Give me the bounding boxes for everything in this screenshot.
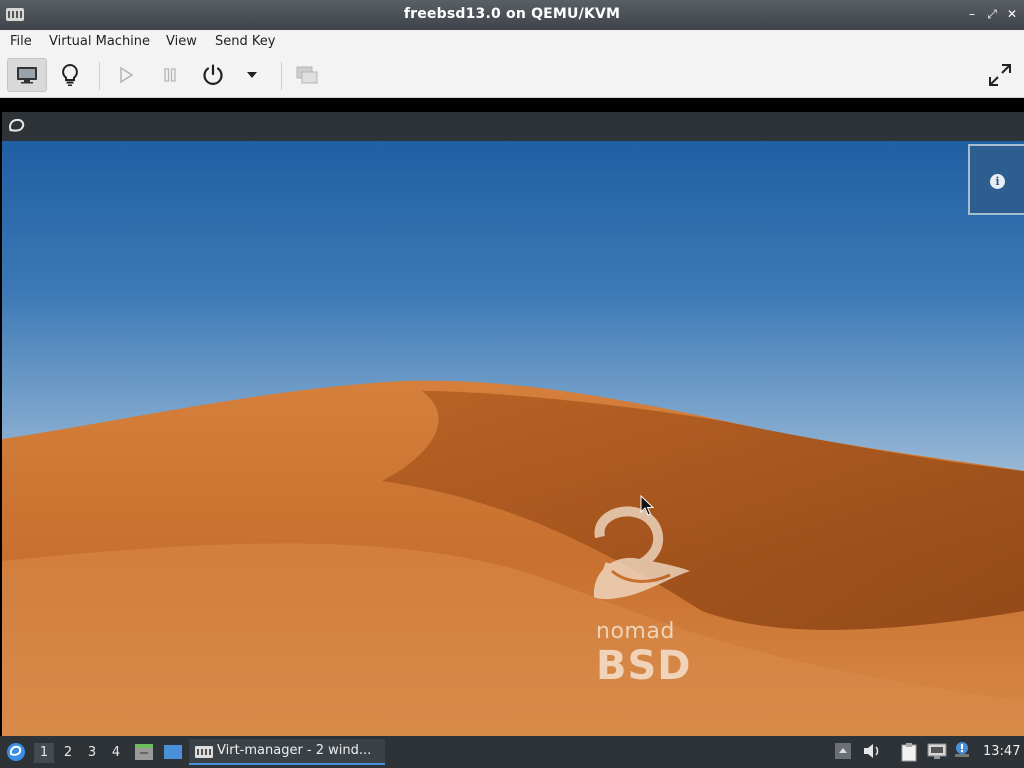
window-titlebar: freebsd13.0 on QEMU/KVM – ⤢ ✕ <box>0 0 1024 30</box>
show-details-button[interactable] <box>50 58 90 92</box>
wallpaper-dunes <box>2 380 1024 736</box>
run-button[interactable] <box>106 58 146 92</box>
menu-virtual-machine[interactable]: Virtual Machine <box>49 34 150 49</box>
snapshots-button[interactable] <box>287 58 327 92</box>
brand-bsd-text: BSD <box>596 643 692 689</box>
menu-view[interactable]: View <box>166 34 197 49</box>
taskbar-clock: 13:47 <box>983 744 1021 759</box>
maximize-button[interactable]: ⤢ <box>984 6 1000 22</box>
workspace-1[interactable]: 1 <box>34 743 54 763</box>
file-manager-icon[interactable] <box>134 743 154 761</box>
nomadbsd-panel-icon[interactable] <box>8 118 26 134</box>
task-label: Virt-manager - 2 wind... <box>217 743 372 758</box>
minimize-button[interactable]: – <box>964 6 980 22</box>
workspace-4[interactable]: 4 <box>106 743 126 763</box>
menu-send-key[interactable]: Send Key <box>215 34 275 49</box>
guest-taskbar: 1 2 3 4 Virt-manager - 2 wind... 13:47 <box>0 736 1024 768</box>
lightbulb-icon <box>62 63 78 86</box>
chevron-down-icon <box>247 72 257 78</box>
brand-nomad-text: nomad <box>596 619 675 644</box>
toolbar-separator <box>99 62 100 90</box>
guest-desktop[interactable]: nomad BSD i <box>2 141 1024 736</box>
menu-file[interactable]: File <box>10 34 32 49</box>
menu-bar: File Virtual Machine View Send Key <box>0 30 1024 54</box>
power-button[interactable] <box>193 58 233 92</box>
play-icon <box>120 66 134 84</box>
guest-top-panel <box>2 112 1024 141</box>
volume-icon[interactable] <box>862 742 882 760</box>
tray-up-arrow-icon[interactable] <box>834 742 852 760</box>
workspace-2[interactable]: 2 <box>58 743 78 763</box>
power-menu-button[interactable] <box>232 58 272 92</box>
console-border <box>0 98 1024 112</box>
show-console-button[interactable] <box>7 58 47 92</box>
notification-popup[interactable]: i <box>968 144 1024 215</box>
monitor-icon <box>17 67 37 84</box>
screenshot-icon <box>296 66 318 84</box>
toolbar-separator <box>281 62 282 90</box>
toolbar <box>0 54 1024 98</box>
window-title: freebsd13.0 on QEMU/KVM <box>403 6 621 22</box>
pause-button[interactable] <box>150 58 190 92</box>
start-menu-icon[interactable] <box>6 742 26 762</box>
mouse-cursor-icon <box>640 495 654 516</box>
network-icon[interactable] <box>927 742 947 760</box>
fullscreen-icon <box>989 64 1011 86</box>
virt-manager-task-icon <box>195 746 213 758</box>
show-desktop-icon[interactable] <box>163 744 183 760</box>
workspace-3[interactable]: 3 <box>82 743 102 763</box>
fullscreen-button[interactable] <box>980 58 1020 92</box>
power-icon <box>203 64 223 85</box>
close-button[interactable]: ✕ <box>1004 6 1020 22</box>
taskbar-window-group[interactable]: Virt-manager - 2 wind... <box>189 739 385 765</box>
pause-icon <box>164 68 176 82</box>
update-notifier-icon[interactable] <box>953 740 971 758</box>
clipboard-icon[interactable] <box>899 742 919 762</box>
info-icon: i <box>990 174 1005 189</box>
